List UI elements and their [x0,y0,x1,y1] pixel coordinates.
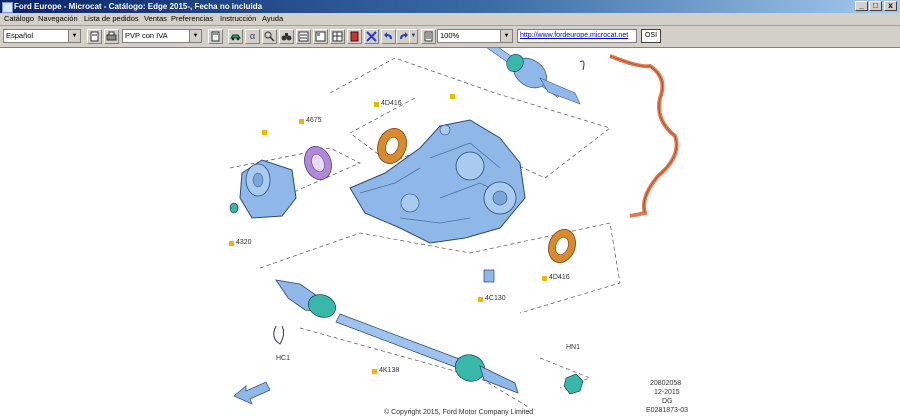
calculator-icon[interactable] [208,29,223,44]
zoom-select[interactable]: 100% ▼ [437,29,513,43]
bolt-4320 [229,202,239,214]
close-button[interactable]: x [884,1,897,11]
hotspot-icon[interactable] [364,29,379,44]
label-4C130[interactable]: 4C130 [485,295,506,302]
minimize-button[interactable]: _ [855,1,868,11]
marker-4C130 [478,297,483,302]
marker-coupling [262,130,267,135]
halfshaft-4K138 [275,279,519,394]
illustration-region: DG [662,398,673,405]
seal-4D416-bottom [548,229,576,263]
chevron-down-icon: ▼ [68,30,80,42]
illustration-code: 20802058 [650,380,682,387]
label-4675[interactable]: 4675 [306,117,322,124]
price-mode-select[interactable]: PVP con IVA ▼ [122,29,202,43]
label-HN1[interactable]: HN1 [566,344,580,351]
toolbar: Español ▼ PVP con IVA ▼ α ▼ 100% ▼ http:… [0,26,900,48]
previous-page-arrow-icon [233,381,271,405]
window-title: Ford Europe - Microcat - Catálogo: Edge … [14,2,263,11]
seal-4675 [304,146,332,180]
history-dropdown-icon[interactable]: ▼ [409,29,418,44]
copyright-text: © Copyright 2015, Ford Motor Company Lim… [384,409,534,416]
page-setup-icon[interactable] [421,29,436,44]
list-view-icon[interactable] [296,29,311,44]
part-search-icon[interactable] [262,29,277,44]
menu-ventas[interactable]: Ventas [144,14,167,24]
leader-lower-bottom [299,327,531,409]
marker-4K138 [372,369,377,374]
language-value: Español [6,31,34,40]
maximize-button[interactable]: □ [869,1,882,11]
label-HC1[interactable]: HC1 [276,355,290,362]
language-select[interactable]: Español ▼ [3,29,81,43]
binoculars-icon[interactable] [279,29,294,44]
exploded-view-svg [229,39,679,409]
document-icon[interactable] [87,29,102,44]
marker-4D416-top [450,94,455,99]
menu-ayuda[interactable]: Ayuda [262,14,283,24]
nut-HN1 [563,373,584,395]
parts-illustration: 4D416 4675 4320 4D416 4C130 HC1 HN1 4K13… [0,39,900,416]
upper-axle-shaft [483,39,581,105]
book-icon[interactable] [347,29,362,44]
plug-4C130 [483,269,495,283]
alpha-search-icon[interactable]: α [245,29,260,44]
label-4D416-top[interactable]: 4D416 [381,100,402,107]
illustration-date: 12-2015 [654,389,680,396]
menu-navegacion[interactable]: Navegación [38,14,78,24]
print-icon[interactable] [104,29,119,44]
illustration-view-icon[interactable] [313,29,328,44]
menu-lista-de-pedidos[interactable]: Lista de pedidos [84,14,139,24]
clip-HC1-icon [273,325,285,345]
url-field[interactable]: http://www.fordeurope.microcat.net [517,29,637,43]
label-4D416-bottom[interactable]: 4D416 [549,274,570,281]
price-mode-value: PVP con IVA [125,31,168,40]
menu-catalogo[interactable]: Catálogo [4,14,34,24]
wiring-harness [609,54,679,218]
menu-preferencias[interactable]: Preferencias [171,14,213,24]
marker-4320 [229,241,234,246]
upper-clip-icon [579,60,585,71]
window-title-bar: Ford Europe - Microcat - Catálogo: Edge … [0,0,900,13]
transfer-case-housing [349,119,526,244]
chevron-down-icon: ▼ [500,30,512,42]
label-4320[interactable]: 4320 [236,239,252,246]
illustration-ref: E0281873-03 [646,407,689,414]
osi-button[interactable]: OSI [641,29,661,43]
menu-instruccion[interactable]: Instrucción [220,14,256,24]
zoom-value: 100% [440,31,460,40]
chevron-down-icon: ▼ [189,30,201,42]
table-view-icon[interactable] [330,29,345,44]
car-search-icon[interactable] [228,29,243,44]
coupling-flange [239,159,297,219]
app-icon [2,2,13,13]
label-4K138[interactable]: 4K138 [379,367,399,374]
menu-bar: Catálogo Navegación Lista de pedidos Ven… [0,13,900,26]
marker-4675 [299,119,304,124]
marker-4D416-bottom [542,276,547,281]
marker-4D416-label [374,102,379,107]
back-icon[interactable] [381,29,396,44]
